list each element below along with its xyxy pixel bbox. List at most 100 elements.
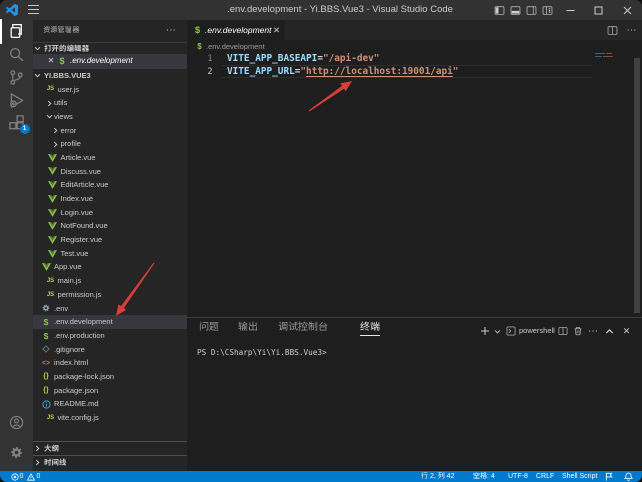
html-icon: <>: [40, 356, 53, 370]
chevron-down-icon: [34, 45, 41, 52]
tree-item-label: package.json: [54, 384, 98, 398]
tree-item-login.vue[interactable]: Login.vue: [33, 206, 187, 220]
chevron-down-icon: [34, 72, 41, 79]
tree-item-error[interactable]: error: [33, 124, 187, 138]
window-minimize-button[interactable]: [556, 0, 584, 20]
status-encoding[interactable]: UTF-8: [508, 471, 528, 482]
terminal-icon: [505, 323, 517, 339]
tree-item-readme.md[interactable]: README.md: [33, 397, 187, 411]
tree-item-package-lock.json[interactable]: {}package-lock.json: [33, 370, 187, 384]
breadcrumb[interactable]: $ .env.development: [187, 40, 642, 53]
tree-item-register.vue[interactable]: Register.vue: [33, 233, 187, 247]
title-bar: .env.development - Yi.BBS.Vue3 - Visual …: [0, 0, 642, 20]
tree-item-label: Index.vue: [61, 192, 94, 206]
vue-icon: [46, 206, 59, 220]
activity-bar-explorer[interactable]: [0, 20, 33, 43]
code-line-1[interactable]: 1VITE_APP_BASEAPI="/api-dev": [187, 53, 642, 65]
tree-item-article.vue[interactable]: Article.vue: [33, 151, 187, 165]
outline-section-header[interactable]: 大纲: [33, 441, 187, 455]
editor-more-actions-icon[interactable]: ⋯: [626, 25, 637, 36]
tree-item-utils[interactable]: utils: [33, 96, 187, 110]
tree-item-main.js[interactable]: JSmain.js: [33, 274, 187, 288]
tab-env-development[interactable]: $ .env.development ✕: [187, 20, 285, 40]
menu-hamburger-icon[interactable]: [28, 5, 39, 14]
tree-item-editarticle.vue[interactable]: EditArticle.vue: [33, 178, 187, 192]
tree-item-vite.config.js[interactable]: JSvite.config.js: [33, 411, 187, 425]
search-icon: [8, 46, 25, 63]
token: http://localhost:19001/api: [306, 66, 453, 77]
window-close-button[interactable]: [613, 0, 641, 20]
minimap-line: [603, 56, 614, 58]
activity-bar-run-debug[interactable]: [0, 89, 33, 112]
tree-item-views[interactable]: views: [33, 110, 187, 124]
tree-item-test.vue[interactable]: Test.vue: [33, 247, 187, 261]
panel-tab-problems[interactable]: 问题: [199, 320, 219, 336]
token: VITE_APP_URL: [227, 66, 295, 77]
activity-bar-extensions[interactable]: 1: [0, 112, 33, 135]
tree-item-.env.development[interactable]: $.env.development: [33, 315, 187, 329]
tree-item-index.html[interactable]: <>index.html: [33, 356, 187, 370]
tree-item-package.json[interactable]: {}package.json: [33, 384, 187, 398]
window-maximize-button[interactable]: [584, 0, 612, 20]
sidebar-title-row: 资源管理器 ⋯: [33, 20, 187, 42]
project-section-header[interactable]: YI.BBS.VUE3: [33, 68, 187, 82]
tree-item-.gitignore[interactable]: .gitignore: [33, 343, 187, 357]
feedback-icon[interactable]: [605, 472, 613, 480]
tree-item-user.js[interactable]: JSuser.js: [33, 83, 187, 97]
new-terminal-icon[interactable]: [478, 323, 492, 339]
tree-item-permission.js[interactable]: JSpermission.js: [33, 288, 187, 302]
tab-close-icon[interactable]: ✕: [271, 20, 282, 40]
tree-item-index.vue[interactable]: Index.vue: [33, 192, 187, 206]
activity-bar-source-control[interactable]: [0, 66, 33, 89]
tree-item-.env[interactable]: .env: [33, 302, 187, 316]
timeline-section-header[interactable]: 时间线: [33, 455, 187, 469]
status-warnings-count[interactable]: 0: [37, 471, 41, 482]
tree-item-discuss.vue[interactable]: Discuss.vue: [33, 165, 187, 179]
code-line-2[interactable]: 2VITE_APP_URL="http://localhost:19001/ap…: [187, 66, 642, 78]
status-cursor-position[interactable]: 行 2, 列 42: [421, 471, 454, 482]
panel-more-actions-icon[interactable]: ⋯: [586, 323, 600, 339]
close-panel-icon[interactable]: ✕: [620, 323, 633, 339]
info-icon: [40, 397, 53, 411]
js-icon: JS: [44, 411, 57, 425]
activity-bar-search[interactable]: [0, 43, 33, 66]
activity-bar-account[interactable]: [0, 411, 33, 434]
panel-tab-output[interactable]: 输出: [238, 320, 258, 336]
split-terminal-icon[interactable]: [556, 323, 569, 339]
status-language-mode[interactable]: Shell Script: [562, 471, 597, 482]
toggle-panel-icon[interactable]: [510, 5, 521, 16]
customize-layout-icon[interactable]: [542, 5, 553, 16]
tree-item-notfound.vue[interactable]: NotFound.vue: [33, 219, 187, 233]
bell-icon[interactable]: [624, 472, 632, 480]
activity-bar-settings[interactable]: [0, 441, 33, 464]
open-editor-item[interactable]: ✕ $ .env.development: [33, 54, 187, 68]
toggle-sidebar-icon[interactable]: [494, 5, 505, 16]
maximize-panel-icon[interactable]: [603, 323, 616, 339]
tree-item-label: README.md: [54, 397, 99, 411]
minimap[interactable]: [595, 51, 628, 81]
explorer-sidebar: 资源管理器 ⋯ 打开的编辑器 ✕ $ .env.development YI.B…: [33, 20, 187, 471]
tree-item-.env.production[interactable]: $.env.production: [33, 329, 187, 343]
tree-item-app.vue[interactable]: App.vue: [33, 260, 187, 274]
panel-tab-terminal[interactable]: 终端: [360, 320, 380, 336]
status-eol[interactable]: CRLF: [536, 471, 554, 482]
toggle-secondary-sidebar-icon[interactable]: [526, 5, 537, 16]
status-indentation[interactable]: 空格: 4: [473, 471, 495, 482]
env-file-icon: $: [195, 40, 204, 53]
error-icon[interactable]: [11, 473, 19, 481]
open-editors-section-header[interactable]: 打开的编辑器: [33, 42, 187, 54]
kill-terminal-icon[interactable]: [571, 323, 584, 339]
warning-icon[interactable]: [27, 473, 35, 481]
shell-label[interactable]: powershell: [519, 323, 555, 339]
more-actions-icon[interactable]: ⋯: [164, 23, 178, 39]
editor-scrollbar[interactable]: [634, 58, 640, 313]
tree-item-profile[interactable]: profile: [33, 137, 187, 151]
terminal-dropdown-icon[interactable]: [492, 323, 502, 339]
tree-item-label: error: [61, 124, 77, 138]
split-editor-icon[interactable]: [607, 25, 618, 36]
terminal-prompt[interactable]: PS D:\CSharp\Yi\Yi.BBS.Vue3>: [197, 348, 327, 357]
tree-item-label: .env.development: [54, 315, 113, 329]
status-errors-count[interactable]: 0: [20, 471, 24, 482]
panel-tab-debug-console[interactable]: 调试控制台: [278, 320, 328, 336]
tree-item-label: Article.vue: [61, 151, 96, 165]
